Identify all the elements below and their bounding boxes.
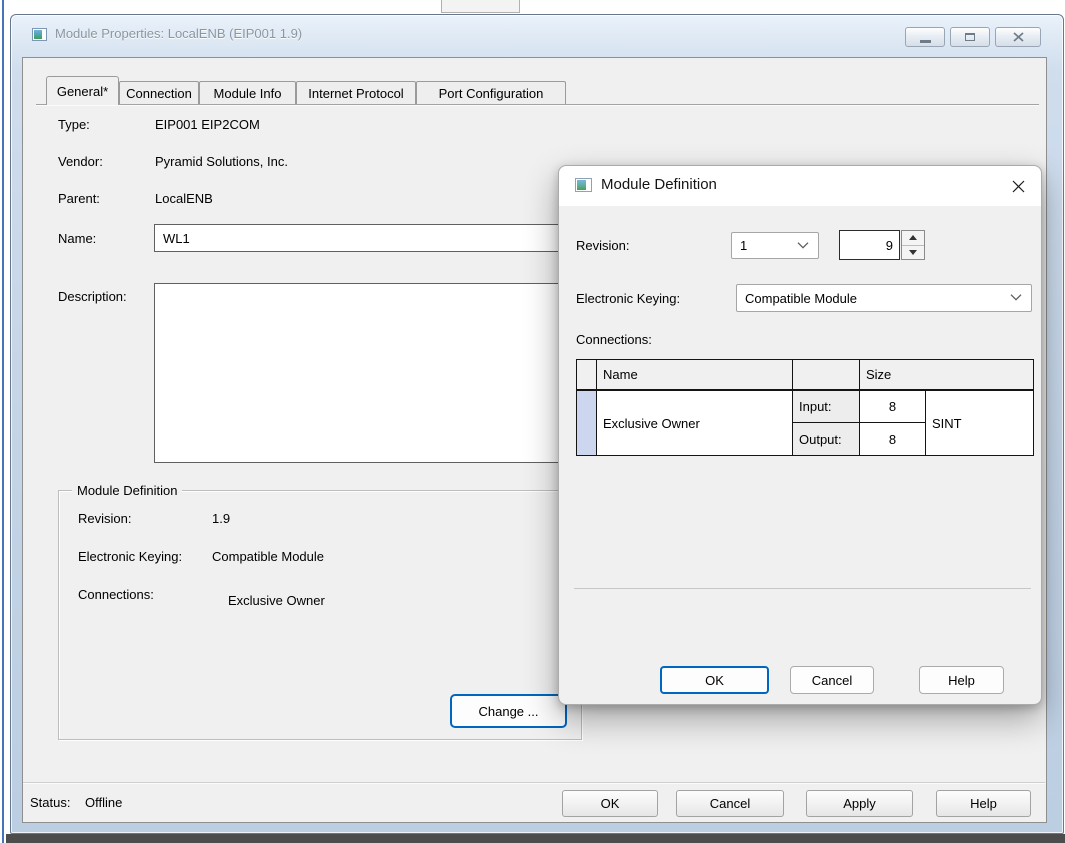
table-header-name: Name — [597, 360, 793, 391]
apply-button-label: Apply — [843, 796, 876, 811]
minimize-icon — [920, 40, 931, 43]
output-label-cell: Output: — [793, 423, 860, 455]
table-header-selector — [577, 360, 597, 391]
connection-name-cell[interactable]: Exclusive Owner — [597, 391, 793, 455]
close-icon — [1013, 32, 1024, 42]
tab-strip-highlight — [36, 105, 1039, 106]
status-separator — [23, 782, 1045, 784]
background-window-edge — [2, 0, 4, 843]
revision-minor-spinner — [901, 230, 925, 260]
description-label: Description: — [58, 289, 127, 304]
name-input[interactable] — [154, 224, 604, 252]
connections-table: Name Size Exclusive Owner Input: 8 SINT … — [576, 359, 1034, 456]
revision-major-value: 1 — [740, 238, 747, 253]
parent-value: LocalENB — [155, 191, 213, 206]
module-properties-icon — [32, 28, 47, 41]
revision-major-combobox[interactable]: 1 — [731, 232, 819, 259]
ok-button-label: OK — [601, 796, 620, 811]
module-properties-icon-art — [34, 30, 42, 39]
change-button-label: Change ... — [479, 704, 539, 719]
dialog-cancel-label: Cancel — [812, 673, 852, 688]
dialog-cancel-button[interactable]: Cancel — [790, 666, 874, 694]
type-label: Type: — [58, 117, 90, 132]
dialog-revision-label: Revision: — [576, 238, 629, 253]
electronic-keying-value: Compatible Module — [745, 291, 857, 306]
chevron-down-icon — [797, 241, 809, 249]
cancel-button[interactable]: Cancel — [676, 790, 784, 817]
dialog-connections-label: Connections: — [576, 332, 652, 347]
group-connections-value: Exclusive Owner — [228, 593, 325, 608]
dialog-title: Module Definition — [601, 176, 717, 193]
table-header-size: Size — [860, 360, 1033, 391]
arrow-up-icon — [909, 235, 917, 240]
tab-label: Module Info — [214, 86, 282, 101]
type-value: EIP001 EIP2COM — [155, 117, 260, 132]
tab-connection[interactable]: Connection — [119, 81, 199, 104]
spinner-up-button[interactable] — [902, 231, 924, 245]
arrow-down-icon — [909, 250, 917, 255]
module-definition-icon — [575, 178, 592, 192]
vendor-label: Vendor: — [58, 154, 103, 169]
electronic-keying-combobox[interactable]: Compatible Module — [736, 284, 1032, 312]
input-label-cell: Input: — [793, 391, 860, 423]
tab-label: Internet Protocol — [308, 86, 403, 101]
cancel-button-label: Cancel — [710, 796, 750, 811]
row-selector-cell[interactable] — [577, 391, 597, 455]
tab-general[interactable]: General* — [46, 76, 119, 105]
tab-port-configuration[interactable]: Port Configuration — [416, 81, 566, 104]
group-keying-value: Compatible Module — [212, 549, 324, 564]
dialog-help-button[interactable]: Help — [919, 666, 1004, 694]
window-title: Module Properties: LocalENB (EIP001 1.9) — [55, 26, 302, 41]
dialog-separator — [574, 588, 1031, 589]
dialog-close-button[interactable] — [1003, 173, 1034, 199]
revision-minor-input[interactable]: 9 — [839, 230, 900, 260]
background-window-fragment — [441, 0, 520, 13]
dialog-ok-label: OK — [705, 673, 724, 688]
maximize-button[interactable] — [950, 27, 990, 47]
output-size-cell[interactable]: 8 — [860, 423, 926, 455]
table-header-blank — [793, 360, 860, 391]
module-definition-legend: Module Definition — [72, 483, 182, 498]
description-textarea[interactable] — [154, 283, 604, 463]
tab-label: General* — [57, 84, 108, 99]
tab-label: Connection — [126, 86, 192, 101]
tab-module-info[interactable]: Module Info — [199, 81, 296, 104]
data-type-cell[interactable]: SINT — [926, 391, 1033, 455]
minimize-button[interactable] — [905, 27, 945, 47]
help-button[interactable]: Help — [936, 790, 1031, 817]
close-button[interactable] — [995, 27, 1041, 47]
module-definition-dialog: Module Definition Revision: 1 9 — [558, 165, 1042, 705]
dialog-ok-button[interactable]: OK — [660, 666, 769, 694]
vendor-value: Pyramid Solutions, Inc. — [155, 154, 288, 169]
group-revision-label: Revision: — [78, 511, 131, 526]
background-bottom-strip — [6, 834, 1065, 843]
module-definition-icon-art — [577, 180, 586, 190]
revision-minor-value: 9 — [886, 238, 893, 253]
ok-button[interactable]: OK — [562, 790, 658, 817]
screen: Module Properties: LocalENB (EIP001 1.9)… — [0, 0, 1065, 843]
apply-button[interactable]: Apply — [806, 790, 913, 817]
spinner-down-button[interactable] — [902, 245, 924, 260]
change-button[interactable]: Change ... — [450, 694, 567, 728]
tab-label: Port Configuration — [439, 86, 544, 101]
group-keying-label: Electronic Keying: — [78, 549, 182, 564]
name-label: Name: — [58, 231, 96, 246]
dialog-help-label: Help — [948, 673, 975, 688]
chevron-down-icon — [1010, 294, 1022, 302]
input-size-cell[interactable]: 8 — [860, 391, 926, 423]
status-value: Offline — [85, 795, 122, 810]
help-button-label: Help — [970, 796, 997, 811]
maximize-icon — [965, 33, 975, 41]
close-icon — [1012, 180, 1025, 193]
parent-label: Parent: — [58, 191, 100, 206]
tab-internet-protocol[interactable]: Internet Protocol — [296, 81, 416, 104]
status-label: Status: — [30, 795, 70, 810]
group-connections-label: Connections: — [78, 587, 154, 602]
group-revision-value: 1.9 — [212, 511, 230, 526]
dialog-keying-label: Electronic Keying: — [576, 291, 680, 306]
